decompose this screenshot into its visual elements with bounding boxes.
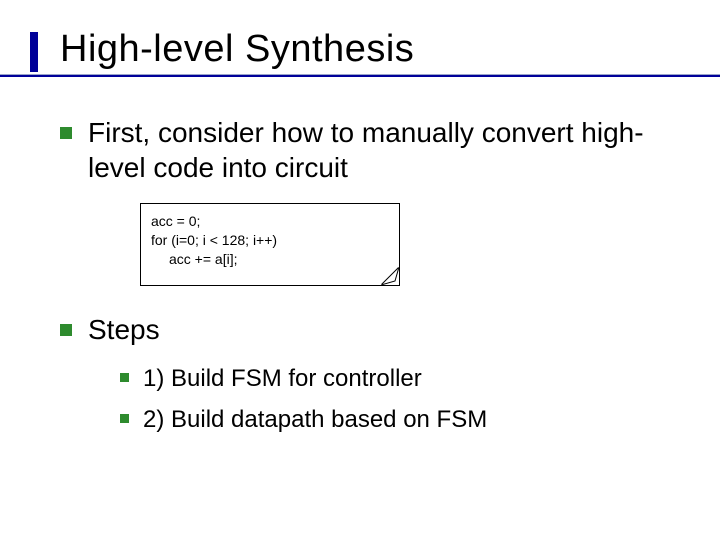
code-line-3: acc += a[i]; <box>151 250 389 269</box>
slide-title: High-level Synthesis <box>60 28 680 71</box>
title-accent-bar <box>30 32 38 72</box>
bullet-steps-text: Steps <box>88 312 160 347</box>
square-bullet-icon <box>120 373 129 382</box>
slide: High-level Synthesis First, consider how… <box>0 0 720 540</box>
bullet-intro-text: First, consider how to manually convert … <box>88 115 680 185</box>
step-2-text: 2) Build datapath based on FSM <box>143 404 487 435</box>
step-1-text: 1) Build FSM for controller <box>143 363 422 394</box>
square-bullet-icon <box>60 324 72 336</box>
square-bullet-icon <box>120 414 129 423</box>
code-line-2: for (i=0; i < 128; i++) <box>151 231 389 250</box>
dogear-icon <box>381 267 399 285</box>
bullet-steps: Steps <box>60 312 680 347</box>
title-underline <box>0 74 720 77</box>
slide-body: First, consider how to manually convert … <box>60 99 680 435</box>
bullet-intro: First, consider how to manually convert … <box>60 115 680 185</box>
code-snippet-box: acc = 0; for (i=0; i < 128; i++) acc += … <box>140 203 400 286</box>
list-item: 2) Build datapath based on FSM <box>120 404 680 435</box>
list-item: 1) Build FSM for controller <box>120 363 680 394</box>
steps-list: 1) Build FSM for controller 2) Build dat… <box>60 363 680 435</box>
code-line-1: acc = 0; <box>151 212 389 231</box>
square-bullet-icon <box>60 127 72 139</box>
title-block: High-level Synthesis <box>60 28 680 71</box>
